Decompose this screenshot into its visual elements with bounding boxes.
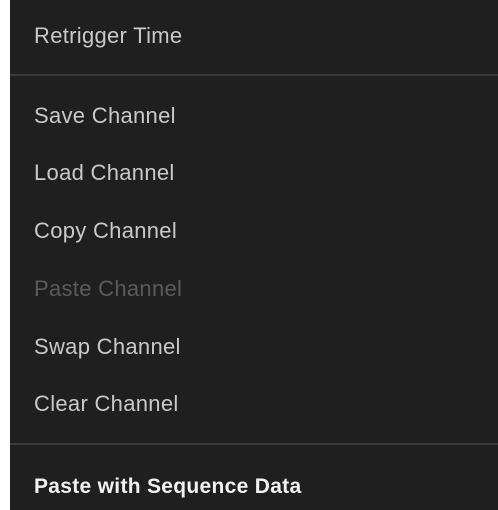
menu-item-load-channel[interactable]: Load Channel <box>10 153 498 193</box>
menu-item-retrigger-time[interactable]: Retrigger Time <box>10 16 498 56</box>
menu-separator <box>10 74 498 76</box>
menu-item-paste-channel: Paste Channel <box>34 276 183 301</box>
menu-item-save-channel[interactable]: Save Channel <box>10 96 498 136</box>
menu-item-swap-channel[interactable]: Swap Channel <box>10 327 498 367</box>
menu-item-clear-channel[interactable]: Clear Channel <box>10 384 498 424</box>
menu-separator <box>10 443 498 445</box>
context-menu: Retrigger Time Save Channel Load Channel… <box>10 0 498 510</box>
menu-item-copy-channel[interactable]: Copy Channel <box>10 211 498 251</box>
menu-item-paste-with-sequence-data[interactable]: Paste with Sequence Data <box>10 467 498 507</box>
